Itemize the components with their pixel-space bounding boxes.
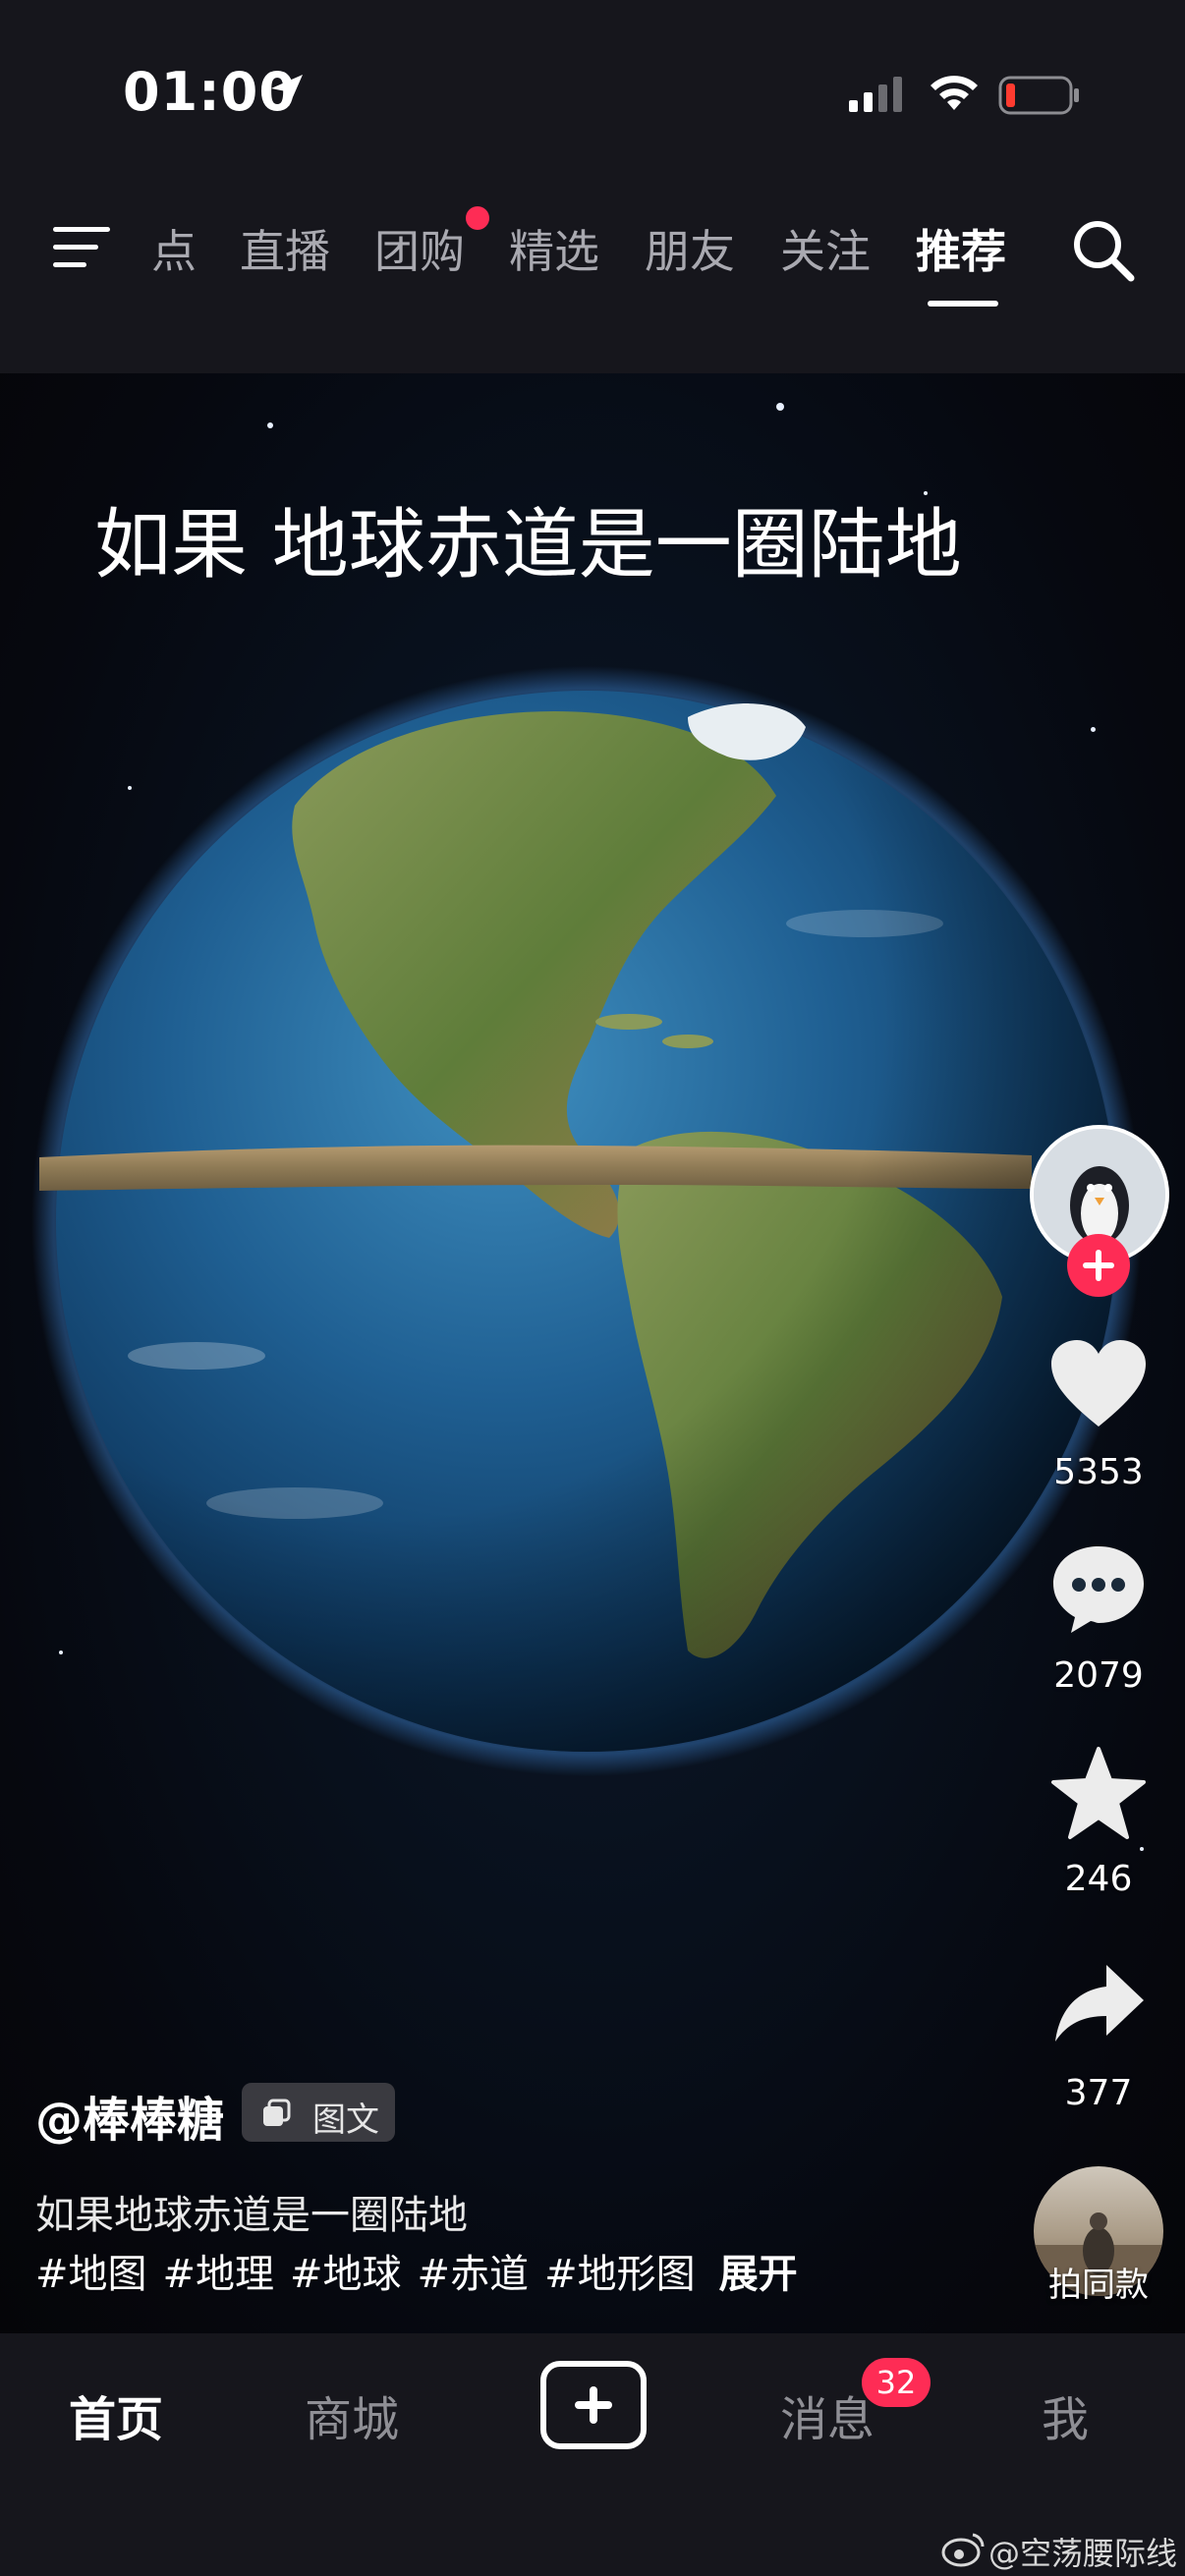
nav-mall[interactable]: 商城 (305, 2380, 399, 2449)
location-arrow-icon (271, 75, 303, 106)
top-nav: 点 直播 团购 精选 朋友 关注 推荐 (0, 167, 1185, 373)
tab-featured[interactable]: 精选 (509, 216, 599, 281)
share-arrow-icon[interactable] (1047, 1955, 1150, 2053)
status-bar: 01:00 (0, 0, 1185, 167)
earth-globe-image (31, 666, 1142, 1776)
tab-dian[interactable]: 点 (151, 216, 197, 281)
comment-count: 2079 (1053, 1655, 1144, 1696)
author-name[interactable]: @棒棒糖 (35, 2081, 224, 2150)
active-tab-indicator (928, 301, 998, 307)
tab-friends[interactable]: 朋友 (645, 216, 735, 281)
plus-icon (1083, 1250, 1114, 1281)
search-icon[interactable] (1069, 216, 1138, 285)
tab-following[interactable]: 关注 (780, 216, 871, 281)
hashtag-link[interactable]: #地图 (35, 2252, 147, 2297)
video-description: 如果地球赤道是一圈陆地 (35, 2193, 468, 2238)
hashtag-link[interactable]: #地球 (290, 2252, 402, 2297)
hamburger-menu-icon[interactable] (51, 223, 114, 272)
comment-icon[interactable] (1047, 1540, 1150, 1639)
follow-button[interactable] (1067, 1234, 1130, 1297)
like-count: 5353 (1053, 1452, 1144, 1492)
nav-home[interactable]: 首页 (69, 2380, 163, 2449)
notification-dot (466, 206, 489, 230)
expand-button[interactable]: 展开 (719, 2252, 798, 2297)
hashtag-link[interactable]: #地形图 (544, 2252, 696, 2297)
create-button[interactable] (540, 2361, 647, 2449)
nav-messages[interactable]: 消息 (780, 2380, 875, 2449)
weibo-icon (941, 2533, 985, 2567)
video-player[interactable]: 如果 地球赤道是一圈陆地 5353 2079 246 377 (0, 373, 1185, 2333)
battery-low-icon (998, 76, 1079, 115)
post-type-label: 图文 (312, 2100, 379, 2140)
hashtag-row: #地图 #地理 #地球 #赤道 #地形图 展开 (35, 2242, 798, 2299)
plus-icon (575, 2386, 612, 2424)
hashtag-link[interactable]: #地理 (163, 2252, 275, 2297)
message-count-badge: 32 (862, 2358, 931, 2407)
heart-icon[interactable] (1047, 1336, 1150, 1434)
tab-group-buy[interactable]: 团购 (374, 216, 465, 281)
post-type-badge: 图文 (242, 2083, 395, 2142)
image-post-icon (263, 2099, 291, 2126)
share-count: 377 (1064, 2073, 1133, 2113)
remix-label[interactable]: 拍同款 (1028, 2258, 1169, 2306)
nav-me[interactable]: 我 (1042, 2380, 1089, 2449)
hashtag-link[interactable]: #赤道 (418, 2252, 530, 2297)
wifi-icon (931, 76, 978, 110)
favorite-star-icon[interactable] (1047, 1745, 1150, 1843)
tab-live[interactable]: 直播 (240, 216, 330, 281)
tab-recommend[interactable]: 推荐 (916, 216, 1006, 281)
cellular-signal-icon (849, 77, 902, 112)
watermark-text: @空荡腰际线 (988, 2535, 1178, 2572)
favorite-count: 246 (1064, 1859, 1133, 1899)
